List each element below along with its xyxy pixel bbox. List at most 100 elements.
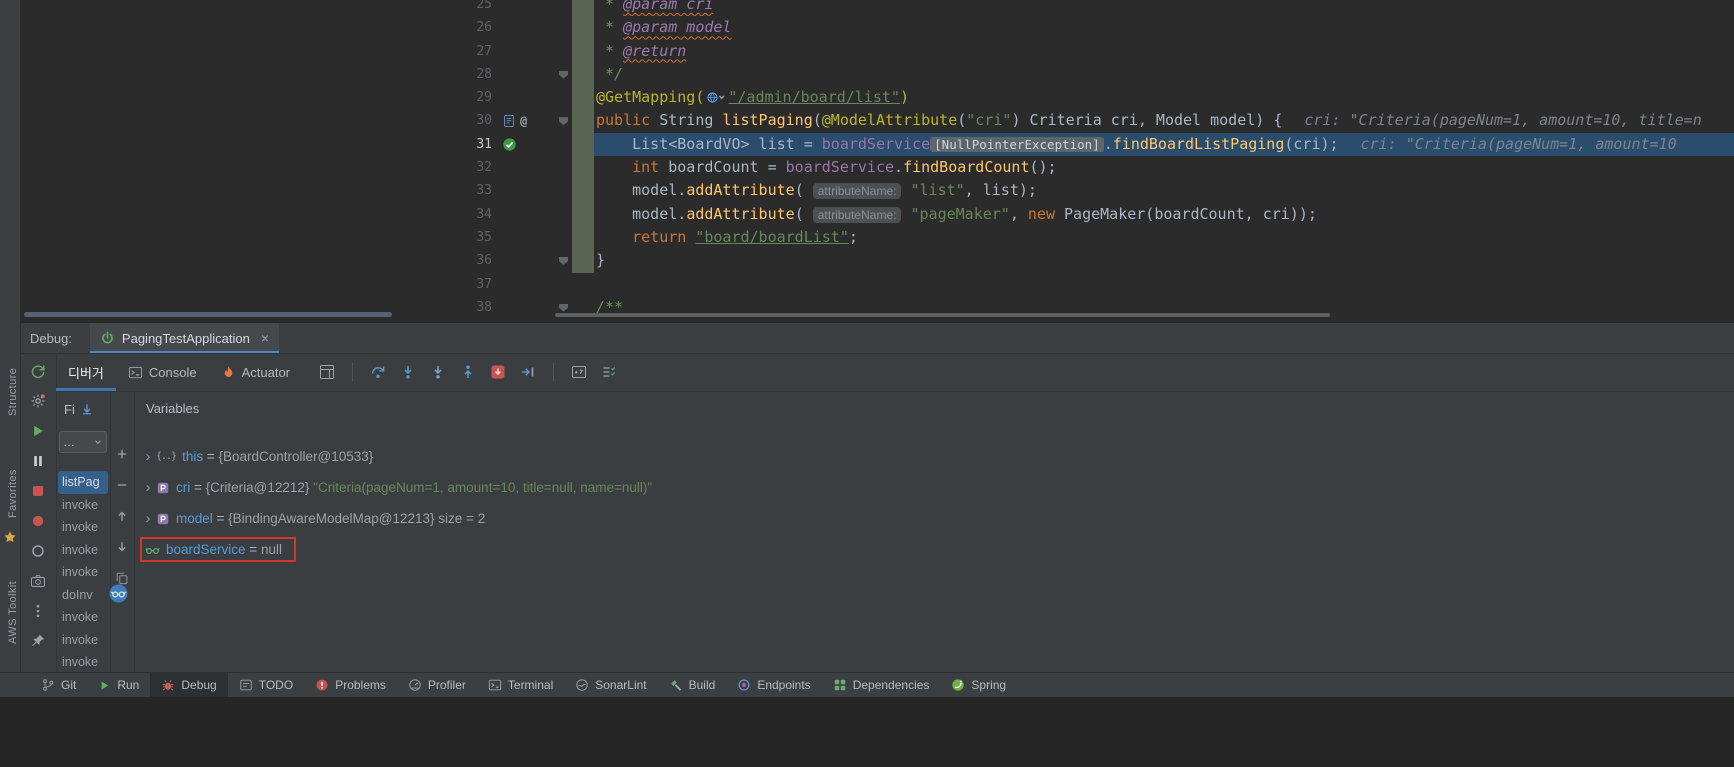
line-number[interactable]: 38	[470, 296, 492, 319]
statusbar-item-build[interactable]: Build	[658, 673, 727, 697]
minus-button[interactable]	[111, 474, 133, 496]
rerun-button[interactable]	[28, 361, 48, 381]
statusbar-item-sonarlint[interactable]: SonarLint	[564, 673, 657, 697]
stack-frame-2[interactable]: invoke	[58, 516, 108, 539]
tool-button-aws-toolkit[interactable]: AWS Toolkit	[1, 552, 19, 644]
editor-gutter[interactable]	[492, 156, 572, 179]
pause-button[interactable]	[28, 451, 48, 471]
view-options-button[interactable]	[598, 361, 620, 383]
statusbar-item-spring[interactable]: Spring	[940, 673, 1017, 697]
code-line-33[interactable]: 33 model.addAttribute( attributeName: "l…	[470, 179, 1734, 203]
more-button[interactable]	[28, 601, 48, 621]
step-into-button[interactable]	[397, 361, 419, 383]
stop-button[interactable]	[28, 481, 48, 501]
close-icon[interactable]: ×	[261, 330, 269, 346]
statusbar-item-problems[interactable]: Problems	[304, 673, 397, 697]
editor-gutter[interactable]	[492, 0, 572, 16]
step-over-button[interactable]	[367, 361, 389, 383]
tool-button-structure[interactable]: Structure	[1, 352, 19, 416]
thread-dump-button[interactable]	[28, 571, 48, 591]
stack-frame-0[interactable]: listPag	[58, 471, 108, 494]
mute-breakpoints-button[interactable]	[28, 541, 48, 561]
drop-frame-button[interactable]	[487, 361, 509, 383]
stack-frame-6[interactable]: invoke	[58, 606, 108, 629]
line-number[interactable]: 34	[470, 203, 492, 226]
editor-gutter[interactable]	[492, 86, 572, 109]
line-number[interactable]: 29	[470, 86, 492, 109]
statusbar-item-todo[interactable]: TODO	[228, 673, 304, 697]
code-line-28[interactable]: 28 */	[470, 62, 1734, 87]
line-number[interactable]: 31	[470, 133, 492, 156]
code-editor[interactable]: 25 * @param cri 26 * @param model 27 * @re…	[470, 0, 1734, 322]
plus-button[interactable]	[111, 443, 133, 465]
up-button[interactable]	[111, 505, 133, 527]
fold-marker-icon[interactable]	[559, 256, 568, 265]
run-to-cursor-button[interactable]	[517, 361, 539, 383]
code-line-27[interactable]: 27 * @return	[470, 39, 1734, 63]
editor-gutter[interactable]	[492, 16, 572, 39]
line-number[interactable]: 27	[470, 40, 492, 63]
editor-gutter[interactable]	[492, 63, 572, 86]
fold-marker-icon[interactable]	[559, 303, 568, 312]
editor-gutter[interactable]	[492, 226, 572, 249]
fold-marker-icon[interactable]	[559, 70, 568, 79]
line-number[interactable]: 36	[470, 249, 492, 272]
code-line-34[interactable]: 34 model.addAttribute( attributeName: "p…	[470, 202, 1734, 226]
line-number[interactable]: 30	[470, 109, 492, 132]
line-number[interactable]: 35	[470, 226, 492, 249]
step-out-button[interactable]	[457, 361, 479, 383]
line-number[interactable]: 33	[470, 179, 492, 202]
statusbar-item-git[interactable]: Git	[30, 673, 87, 697]
editor-gutter[interactable]	[492, 40, 572, 63]
pin-button[interactable]	[28, 631, 48, 651]
code-line-29[interactable]: 29 @GetMapping("/admin/board/list")	[470, 86, 1734, 110]
resume-button[interactable]	[28, 421, 48, 441]
line-number[interactable]: 25	[470, 0, 492, 16]
evaluate-expression-button[interactable]	[568, 361, 590, 383]
code-line-35[interactable]: 35 return "board/boardList";	[470, 225, 1734, 250]
statusbar-item-terminal[interactable]: Terminal	[477, 673, 564, 697]
down-button[interactable]	[111, 536, 133, 558]
stack-frame-5[interactable]: doInv	[58, 584, 108, 607]
restore-layout-button[interactable]	[316, 361, 338, 383]
line-number[interactable]: 28	[470, 63, 492, 86]
watches-badge-icon[interactable]	[108, 583, 128, 603]
variable-row-this[interactable]: › {..} this = {BoardController@10533}	[134, 441, 1734, 472]
line-number[interactable]: 32	[470, 156, 492, 179]
statusbar-item-run[interactable]: Run	[87, 673, 150, 697]
editor-gutter[interactable]	[492, 179, 572, 202]
stack-frame-7[interactable]: invoke	[58, 629, 108, 652]
statusbar-item-endpoints[interactable]: Endpoints	[726, 673, 821, 697]
variable-row-boardService[interactable]: boardService = null	[134, 534, 1734, 565]
code-line-32[interactable]: 32 int boardCount = boardService.findBoa…	[470, 156, 1734, 180]
tool-button-favorites[interactable]: Favorites	[1, 458, 19, 518]
line-number[interactable]: 37	[470, 273, 492, 296]
code-line-30[interactable]: 30 @ public String listPaging(@ModelAttrib…	[470, 109, 1734, 133]
expand-chevron-icon[interactable]: ›	[140, 479, 156, 496]
variable-row-cri[interactable]: › cri = {Criteria@12212} "Criteria(pageNu…	[134, 472, 1734, 503]
stack-frame-8[interactable]: invoke	[58, 651, 108, 674]
stack-frame-4[interactable]: invoke	[58, 561, 108, 584]
debug-tab-debugger[interactable]: 디버거	[56, 353, 116, 391]
stack-frame-3[interactable]: invoke	[58, 539, 108, 562]
expand-chevron-icon[interactable]: ›	[140, 510, 156, 527]
code-line-31[interactable]: 31 List<BoardVO> list = boardService [Nul…	[470, 132, 1734, 157]
debug-tab-console[interactable]: Console	[116, 353, 209, 391]
editor-gutter[interactable]	[492, 133, 572, 156]
line-number[interactable]: 26	[470, 16, 492, 39]
frames-down-icon[interactable]	[80, 402, 94, 416]
stack-frame-1[interactable]: invoke	[58, 494, 108, 517]
view-breakpoints-button[interactable]	[28, 511, 48, 531]
editor-gutter[interactable]: @	[492, 109, 572, 132]
editor-gutter[interactable]	[492, 203, 572, 226]
force-step-into-button[interactable]	[427, 361, 449, 383]
expand-chevron-icon[interactable]: ›	[140, 448, 156, 465]
fold-marker-icon[interactable]	[559, 117, 568, 126]
code-line-36[interactable]: 36}	[470, 249, 1734, 273]
editor-gutter[interactable]	[492, 249, 572, 272]
code-line-37[interactable]: 37	[470, 273, 1734, 296]
editor-horizontal-scrollbar[interactable]	[555, 313, 1330, 317]
project-horizontal-scrollbar[interactable]	[24, 312, 392, 317]
debug-session-tab[interactable]: PagingTestApplication ×	[89, 323, 280, 353]
frames-thread-dropdown[interactable]: …	[59, 431, 107, 453]
